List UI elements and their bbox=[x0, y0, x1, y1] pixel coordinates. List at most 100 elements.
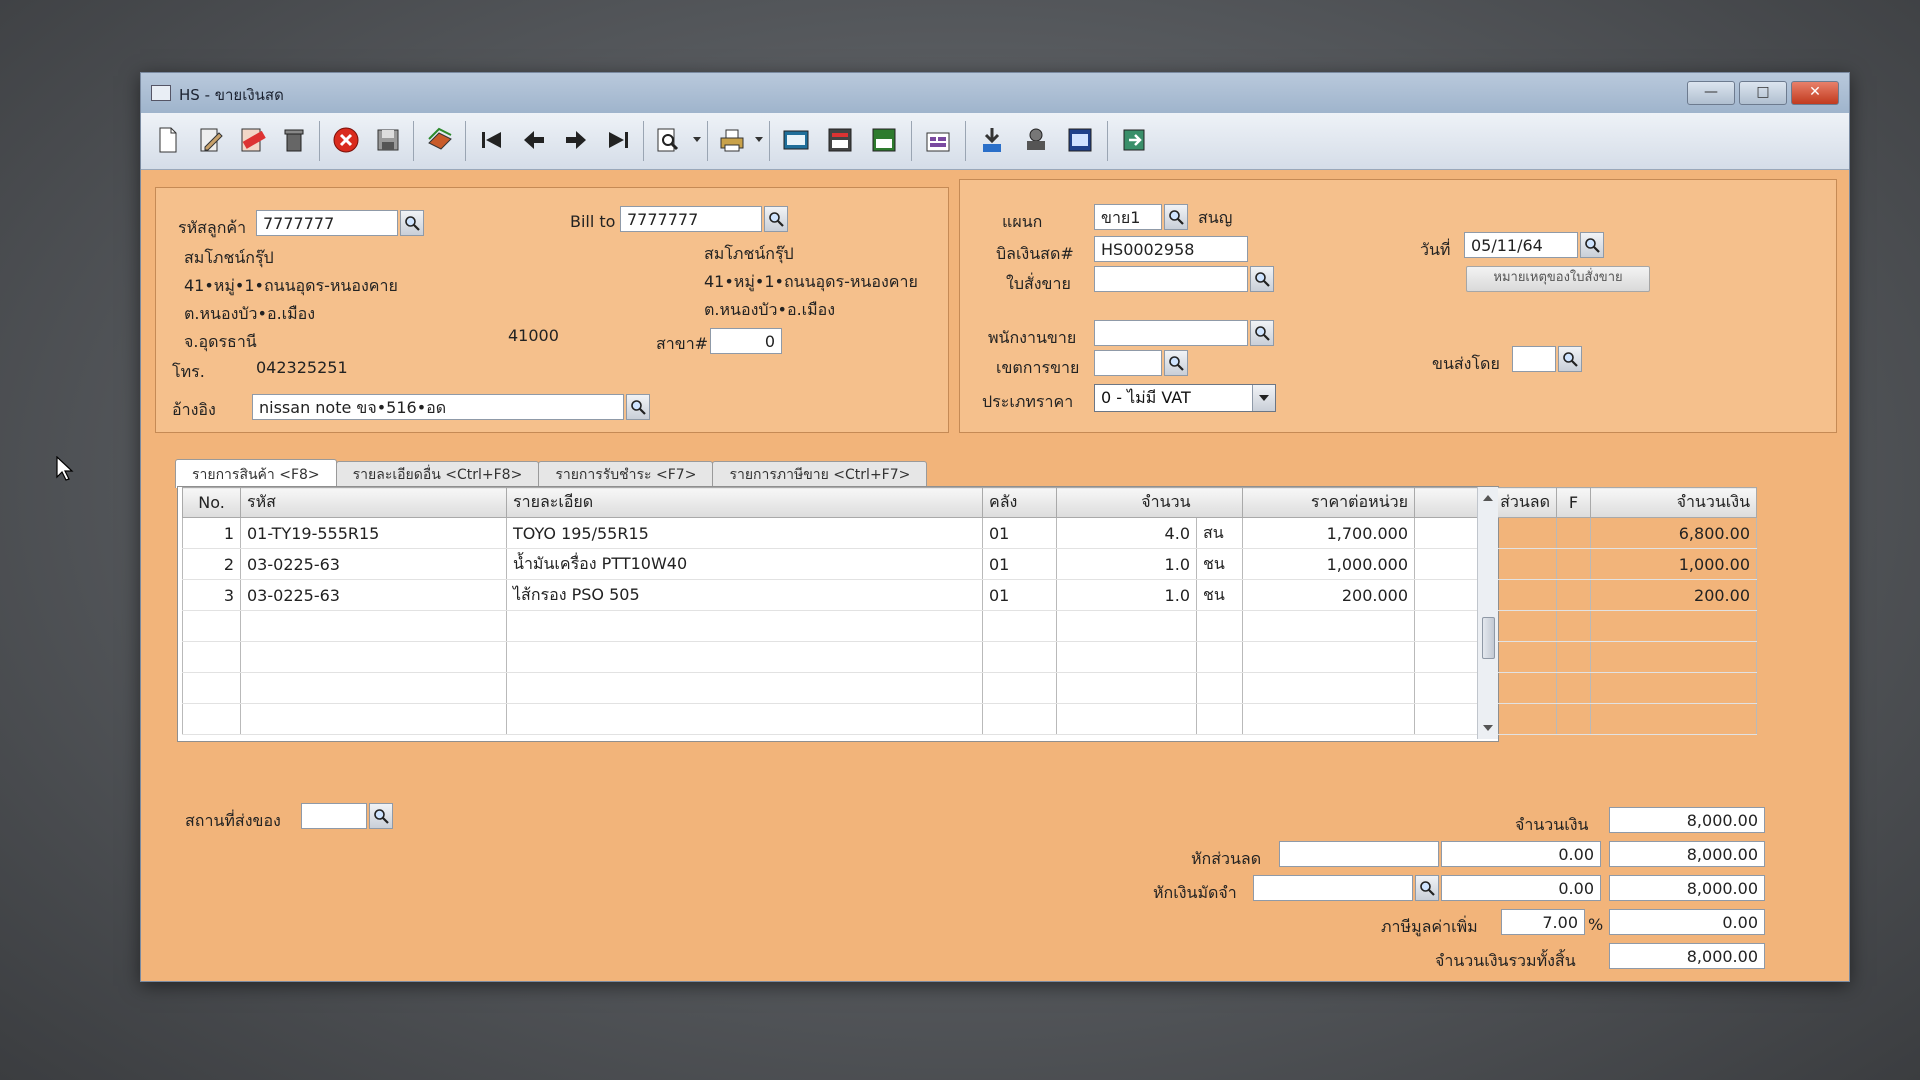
price-type-select[interactable]: 0 - ไม่มี VAT bbox=[1094, 384, 1276, 412]
search-record-icon[interactable] bbox=[651, 123, 685, 157]
rehl-icon[interactable] bbox=[921, 123, 955, 157]
sales-order-search-icon[interactable] bbox=[1250, 266, 1274, 292]
discount-text-field[interactable] bbox=[1279, 841, 1439, 867]
search-dropdown-icon[interactable] bbox=[693, 137, 701, 142]
previous-record-icon[interactable] bbox=[517, 123, 551, 157]
customer-search-icon[interactable] bbox=[400, 210, 424, 236]
col-description[interactable]: รายละเอียด bbox=[506, 487, 983, 518]
copy-icon[interactable] bbox=[423, 123, 457, 157]
deposit-search-icon[interactable] bbox=[1415, 875, 1439, 901]
approve-ok-icon[interactable] bbox=[975, 123, 1009, 157]
bill-to-field[interactable]: 7777777 bbox=[620, 206, 762, 232]
reference-field[interactable]: nissan note ขจ•516•อด bbox=[252, 394, 624, 420]
row-flag[interactable] bbox=[1556, 548, 1591, 580]
salesman-field[interactable] bbox=[1094, 320, 1248, 346]
col-amount[interactable]: จำนวนเงิน bbox=[1590, 487, 1757, 518]
date-field[interactable]: 05/11/64 bbox=[1464, 232, 1578, 258]
cancel-icon[interactable] bbox=[329, 123, 363, 157]
row-quantity[interactable]: 1.0 bbox=[1056, 548, 1197, 580]
branch-field[interactable]: 0 bbox=[710, 328, 782, 354]
department-search-icon[interactable] bbox=[1164, 204, 1188, 230]
col-warehouse[interactable]: คลัง bbox=[982, 487, 1057, 518]
ok-icon[interactable] bbox=[1063, 123, 1097, 157]
chevron-down-icon[interactable] bbox=[1252, 385, 1275, 411]
customer-code-field[interactable]: 7777777 bbox=[256, 210, 398, 236]
tab-payments[interactable]: รายการรับชำระ <F7> bbox=[538, 461, 714, 488]
deposit-text-field[interactable] bbox=[1253, 875, 1413, 901]
empty-row[interactable] bbox=[182, 641, 1757, 673]
row-code[interactable]: 01-TY19-555R15 bbox=[240, 517, 507, 549]
exit-icon[interactable] bbox=[1117, 123, 1151, 157]
sales-area-field[interactable] bbox=[1094, 350, 1162, 376]
minimize-button[interactable]: — bbox=[1687, 81, 1735, 105]
row-description[interactable]: ไส้กรอง PSO 505 bbox=[506, 579, 983, 611]
new-document-icon[interactable] bbox=[151, 123, 185, 157]
empty-row[interactable] bbox=[182, 703, 1757, 735]
scroll-thumb[interactable] bbox=[1482, 617, 1495, 659]
col-no[interactable]: No. bbox=[182, 487, 241, 518]
delete-trash-icon[interactable] bbox=[277, 123, 311, 157]
order-note-button[interactable]: หมายเหตุของใบสั่งขาย bbox=[1466, 266, 1650, 292]
ship-place-field[interactable] bbox=[301, 803, 367, 829]
row-quantity[interactable]: 4.0 bbox=[1056, 517, 1197, 549]
salesman-search-icon[interactable] bbox=[1250, 320, 1274, 346]
row-quantity[interactable]: 1.0 bbox=[1056, 579, 1197, 611]
empty-row[interactable] bbox=[182, 610, 1757, 642]
next-record-icon[interactable] bbox=[559, 123, 593, 157]
col-quantity[interactable]: จำนวน bbox=[1056, 487, 1197, 518]
empty-row[interactable] bbox=[182, 672, 1757, 704]
tab-items[interactable]: รายการสินค้า <F8> bbox=[175, 459, 337, 488]
row-description[interactable]: TOYO 195/55R15 bbox=[506, 517, 983, 549]
col-unit[interactable] bbox=[1196, 487, 1243, 518]
row-code[interactable]: 03-0225-63 bbox=[240, 579, 507, 611]
bill-number-field[interactable]: HS0002958 bbox=[1094, 236, 1248, 262]
deposit-amount-field[interactable]: 0.00 bbox=[1441, 875, 1601, 901]
batch-icon[interactable] bbox=[779, 123, 813, 157]
row-unit-price[interactable]: 1,000.000 bbox=[1242, 548, 1415, 580]
sales-area-search-icon[interactable] bbox=[1164, 350, 1188, 376]
tab-sales-tax[interactable]: รายการภาษีขาย <Ctrl+F7> bbox=[712, 461, 928, 488]
col-flag[interactable]: F bbox=[1556, 487, 1591, 518]
department-field[interactable]: ขาย1 bbox=[1094, 204, 1162, 230]
close-button[interactable]: ✕ bbox=[1791, 81, 1839, 105]
maximize-button[interactable]: □ bbox=[1739, 81, 1787, 105]
stamp-ok-icon[interactable] bbox=[1019, 123, 1053, 157]
department-name: สนญ bbox=[1198, 208, 1233, 227]
row-unit-price[interactable]: 1,700.000 bbox=[1242, 517, 1415, 549]
discount-amount-field[interactable]: 0.00 bbox=[1441, 841, 1601, 867]
save-icon[interactable] bbox=[371, 123, 405, 157]
ship-by-search-icon[interactable] bbox=[1558, 346, 1582, 372]
row-code[interactable]: 03-0225-63 bbox=[240, 548, 507, 580]
void-icon[interactable] bbox=[235, 123, 269, 157]
last-record-icon[interactable] bbox=[601, 123, 635, 157]
print-dropdown-icon[interactable] bbox=[755, 137, 763, 142]
table-row[interactable]: 2 03-0225-63 น้ำมันเครื่อง PTT10W40 01 1… bbox=[182, 548, 1757, 580]
tab-other-details[interactable]: รายละเอียดอื่น <Ctrl+F8> bbox=[335, 461, 540, 488]
ship-by-field[interactable] bbox=[1512, 346, 1556, 372]
row-warehouse[interactable]: 01 bbox=[982, 579, 1057, 611]
reference-search-icon[interactable] bbox=[626, 394, 650, 420]
col-code[interactable]: รหัส bbox=[240, 487, 507, 518]
print-icon[interactable] bbox=[715, 123, 749, 157]
scroll-up-icon[interactable] bbox=[1483, 495, 1493, 501]
ship-place-search-icon[interactable] bbox=[369, 803, 393, 829]
row-warehouse[interactable]: 01 bbox=[982, 548, 1057, 580]
table-row[interactable]: 3 03-0225-63 ไส้กรอง PSO 505 01 1.0 ชน 2… bbox=[182, 579, 1757, 611]
grid-scrollbar[interactable] bbox=[1477, 487, 1498, 739]
date-picker-icon[interactable] bbox=[1580, 232, 1604, 258]
first-record-icon[interactable] bbox=[475, 123, 509, 157]
table-row[interactable]: 1 01-TY19-555R15 TOYO 195/55R15 01 4.0 ส… bbox=[182, 517, 1757, 549]
row-warehouse[interactable]: 01 bbox=[982, 517, 1057, 549]
report-icon[interactable] bbox=[823, 123, 857, 157]
bill-to-search-icon[interactable] bbox=[764, 206, 788, 232]
edit-icon[interactable] bbox=[193, 123, 227, 157]
row-flag[interactable] bbox=[1556, 517, 1591, 549]
row-flag[interactable] bbox=[1556, 579, 1591, 611]
vat-rate-field[interactable]: 7.00 bbox=[1501, 909, 1585, 935]
col-unit-price[interactable]: ราคาต่อหน่วย bbox=[1242, 487, 1415, 518]
so-icon[interactable] bbox=[867, 123, 901, 157]
scroll-down-icon[interactable] bbox=[1483, 725, 1493, 731]
row-unit-price[interactable]: 200.000 bbox=[1242, 579, 1415, 611]
row-description[interactable]: น้ำมันเครื่อง PTT10W40 bbox=[506, 548, 983, 580]
sales-order-field[interactable] bbox=[1094, 266, 1248, 292]
